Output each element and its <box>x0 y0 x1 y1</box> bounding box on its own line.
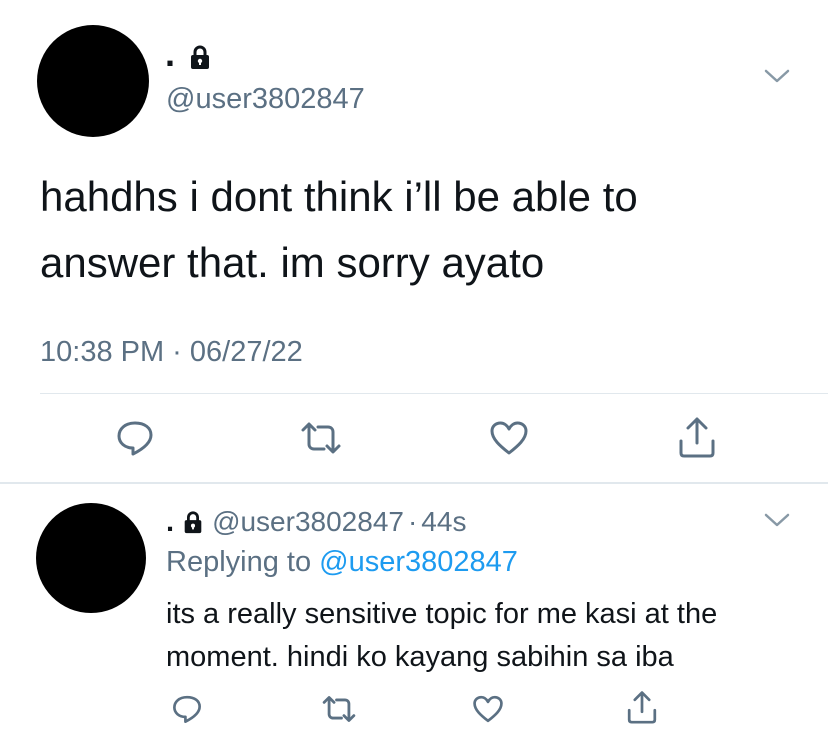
reply-header: . @user3802847 · 44s <box>166 504 466 540</box>
retweet-icon <box>301 422 341 454</box>
like-icon <box>490 421 528 455</box>
share-button[interactable] <box>624 688 660 726</box>
replying-to: Replying to @user3802847 <box>166 545 518 579</box>
like-button[interactable] <box>487 418 531 458</box>
chevron-down-icon[interactable] <box>763 66 791 86</box>
replying-to-label: Replying to <box>166 546 312 578</box>
lock-icon <box>182 510 204 534</box>
tweet-text-line-2: moment. hindi ko kayang sabihin sa iba <box>166 641 674 673</box>
display-name[interactable]: . <box>166 506 174 539</box>
reply-icon <box>173 695 201 723</box>
like-button[interactable] <box>470 692 506 726</box>
chevron-down-icon[interactable] <box>763 510 791 530</box>
avatar[interactable] <box>36 503 146 613</box>
section-divider <box>0 482 828 484</box>
share-icon <box>679 417 715 458</box>
relative-time[interactable]: 44s <box>421 506 466 538</box>
divider <box>40 393 828 394</box>
share-icon <box>627 691 657 724</box>
time-separator: · <box>407 506 418 537</box>
tweet-text-line-2: answer that. im sorry ayato <box>40 239 545 286</box>
reply-icon <box>117 421 153 456</box>
handle[interactable]: @user3802847 <box>212 506 404 538</box>
reply-button[interactable] <box>113 418 157 458</box>
like-icon <box>473 695 503 723</box>
retweet-icon <box>322 696 356 722</box>
retweet-button[interactable] <box>297 418 345 458</box>
timestamp[interactable]: 10:38 PM · 06/27/22 <box>40 335 303 369</box>
lock-icon <box>189 44 211 70</box>
display-name[interactable]: . <box>165 36 175 72</box>
avatar[interactable] <box>37 25 149 137</box>
retweet-button[interactable] <box>319 692 359 726</box>
handle[interactable]: @user3802847 <box>166 82 365 116</box>
replying-to-link[interactable]: @user3802847 <box>319 546 518 578</box>
reply-button[interactable] <box>170 692 204 726</box>
share-button[interactable] <box>675 414 719 460</box>
tweet-text-line-1: its a really sensitive topic for me kasi… <box>166 598 718 630</box>
tweet-text-line-1: hahdhs i dont think i’ll be able to <box>40 173 638 220</box>
